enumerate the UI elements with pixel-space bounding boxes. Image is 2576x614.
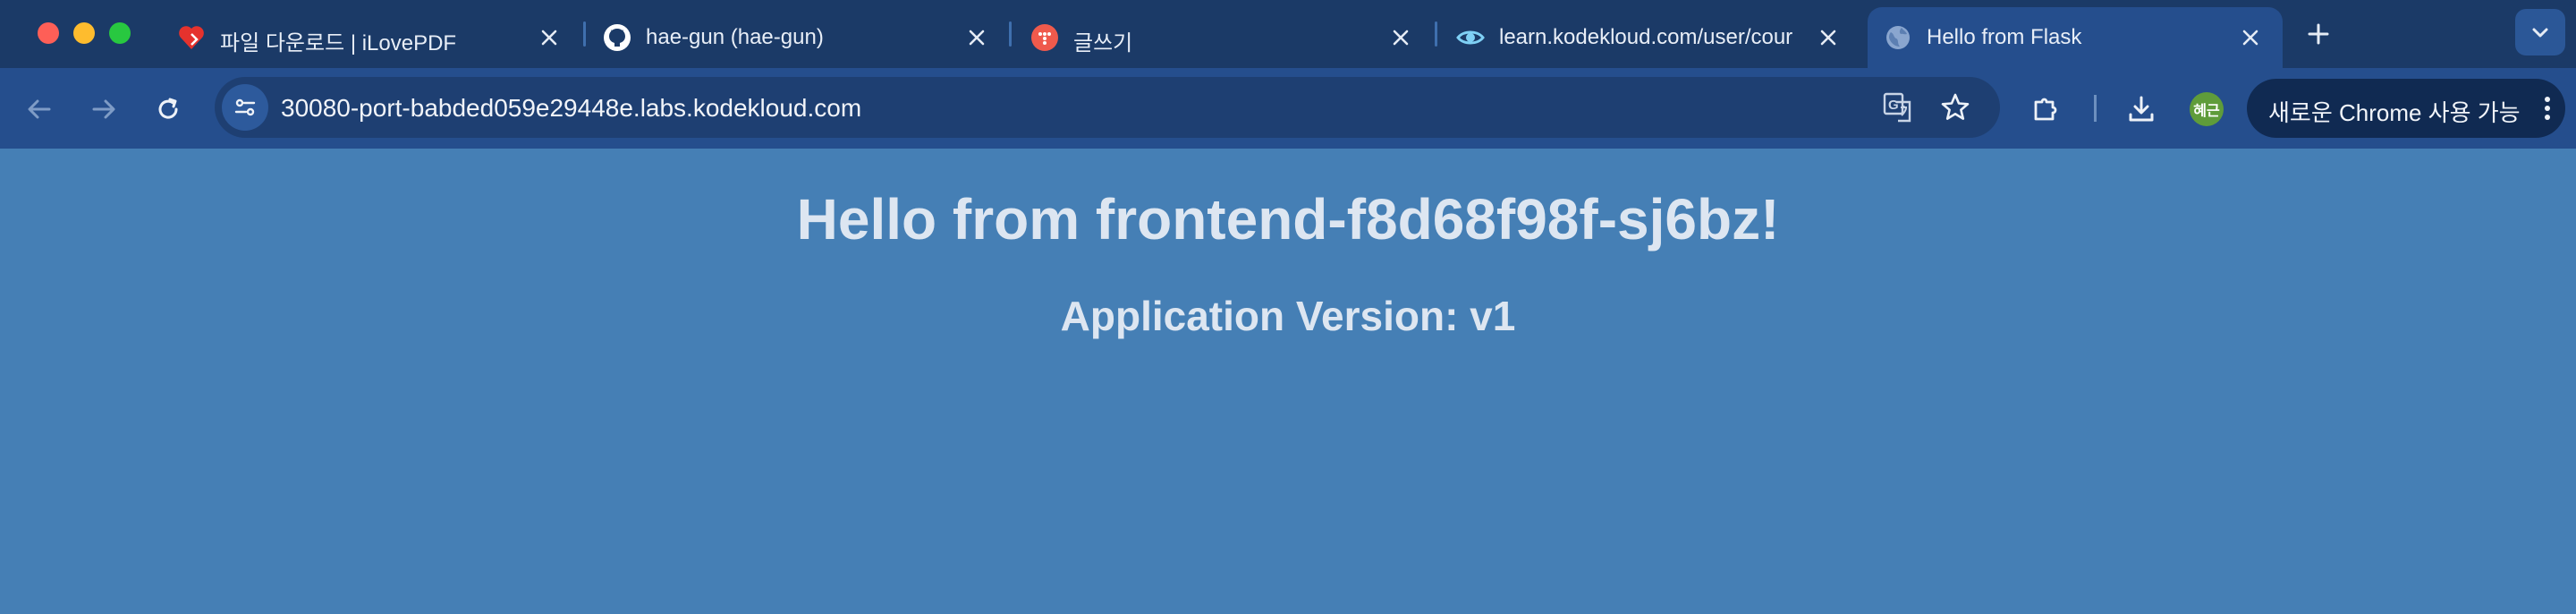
tune-icon [234,98,256,116]
close-tab-icon[interactable] [533,21,565,54]
globe-icon [1884,23,1912,52]
page-content: Hello from frontend-f8d68f98f-sj6bz! App… [0,149,2576,614]
tab-separator [1009,21,1012,47]
close-tab-icon[interactable] [1385,21,1417,54]
maximize-window-button[interactable] [109,22,131,44]
back-button[interactable] [18,88,61,131]
address-bar[interactable]: 30080-port-babded059e29448e.labs.kodeklo… [215,77,2000,138]
reload-icon [158,98,178,119]
tab-separator [1435,21,1437,47]
tistory-icon [1030,23,1059,52]
close-tab-icon[interactable] [961,21,993,54]
tab-title: Hello from Flask [1927,25,2082,49]
translate-icon: G [1883,92,1911,123]
forward-button[interactable] [82,88,125,131]
tab-title: learn.kodekloud.com/user/courses [1499,25,1792,49]
downloads-button[interactable] [2120,88,2163,131]
tab-search-button[interactable] [2515,9,2565,55]
close-tab-icon[interactable] [2234,21,2267,54]
kodekloud-icon [1456,23,1485,52]
app-version-heading: Application Version: v1 [1060,293,1516,339]
page-heading: Hello from frontend-f8d68f98f-sj6bz! [796,187,1780,252]
tab-separator [583,21,586,47]
tab-strip: 파일 다운로드 | iLovePDF hae-gun (hae-gun) 글쓰기… [0,0,2576,68]
tab-title: 글쓰기 [1073,31,1133,55]
extensions-button[interactable] [2025,88,2068,131]
tab-title: 파일 다운로드 | iLovePDF [220,31,457,55]
svg-text:G: G [1888,98,1899,113]
update-label: 새로운 Chrome 사용 가능 [2268,99,2521,126]
toolbar-divider [2094,95,2097,122]
translate-button[interactable]: G [1880,90,1916,125]
chevron-down-icon [2532,28,2548,38]
close-tab-icon[interactable] [1812,21,1844,54]
chrome-update-button[interactable]: 새로운 Chrome 사용 가능 [2247,79,2565,138]
tab-title: hae-gun (hae-gun) [646,25,824,49]
profile-avatar[interactable]: 혜근 [2190,92,2224,126]
ilovepdf-icon [177,23,206,52]
site-info-button[interactable] [222,84,268,131]
github-icon [603,23,631,52]
puzzle-icon [2034,98,2057,121]
url-text[interactable]: 30080-port-babded059e29448e.labs.kodeklo… [281,94,861,123]
tab-tistory[interactable]: 글쓰기 [1030,7,1424,68]
download-icon [2129,96,2154,122]
close-window-button[interactable] [38,22,59,44]
star-icon [1941,93,1970,120]
arrow-left-icon [28,99,51,119]
arrow-right-icon [92,99,115,119]
minimize-window-button[interactable] [73,22,95,44]
new-tab-button[interactable] [2299,14,2338,54]
tab-ilovepdf[interactable]: 파일 다운로드 | iLovePDF [177,7,571,68]
tab-github[interactable]: hae-gun (hae-gun) [603,7,996,68]
reload-button[interactable] [147,88,190,131]
more-menu-button[interactable] [2526,87,2569,130]
tab-hello-from-flask[interactable]: Hello from Flask [1868,7,2283,68]
browser-toolbar: 30080-port-babded059e29448e.labs.kodeklo… [0,68,2576,149]
more-vertical-icon [2545,97,2550,120]
tab-kodekloud[interactable]: learn.kodekloud.com/user/courses [1456,7,1850,68]
bookmark-button[interactable] [1937,90,1973,125]
